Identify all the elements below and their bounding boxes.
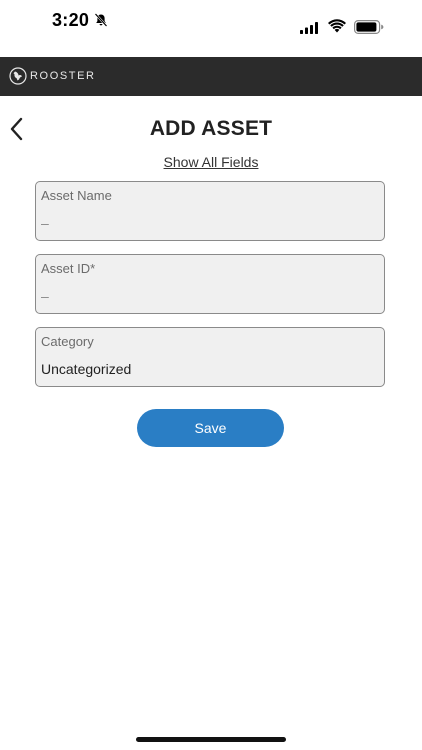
asset-name-field[interactable]: Asset Name –	[35, 181, 385, 241]
asset-name-label: Asset Name	[41, 188, 112, 203]
show-all-fields-link[interactable]: Show All Fields	[164, 154, 259, 170]
wifi-icon	[328, 19, 346, 33]
status-time: 3:20	[52, 10, 90, 30]
asset-name-value[interactable]: –	[41, 215, 49, 231]
status-bar: 3:20	[0, 0, 422, 48]
category-value[interactable]: Uncategorized	[41, 361, 131, 377]
cellular-signal-icon	[300, 22, 318, 34]
page-title: ADD ASSET	[149, 117, 273, 140]
asset-id-field[interactable]: Asset ID* –	[35, 254, 385, 314]
asset-id-label: Asset ID*	[41, 261, 96, 276]
brand-name: ROOSTER	[30, 70, 96, 82]
battery-icon	[354, 20, 384, 34]
save-button[interactable]: Save	[137, 409, 284, 447]
rooster-logo-icon	[9, 67, 27, 85]
bell-slash-icon	[94, 13, 108, 27]
category-label: Category	[41, 334, 94, 349]
category-field[interactable]: Category Uncategorized	[35, 327, 385, 387]
brand-bar: ROOSTER	[0, 57, 422, 96]
asset-id-value[interactable]: –	[41, 288, 49, 304]
show-all-fields-container: Show All Fields	[0, 154, 422, 170]
home-indicator[interactable]	[136, 737, 286, 742]
